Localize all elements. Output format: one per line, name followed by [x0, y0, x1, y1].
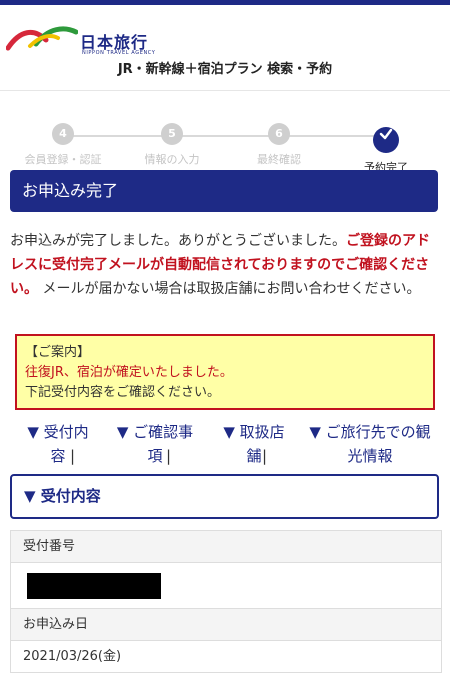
step-label: 情報の入力	[144, 153, 200, 166]
link-text: ▼ 受付内	[27, 423, 89, 441]
steps-connector	[63, 135, 387, 137]
link-text: ▼ ご旅行先での観	[309, 423, 431, 441]
step-final-confirm: 6 最終確認	[234, 123, 324, 167]
application-date-label: お申込み日	[11, 609, 441, 641]
link-text: 光情報	[347, 447, 393, 465]
step-label: 最終確認	[257, 153, 301, 166]
message-text: お申込みが完了しました。ありがとうございました。	[10, 233, 346, 249]
receipt-number-value	[11, 563, 441, 609]
receipt-number-label: 受付番号	[11, 531, 441, 563]
notice-title: 【ご案内】	[25, 345, 91, 360]
link-separator: |	[166, 447, 172, 465]
notice-confirmed-text: 往復JR、宿泊が確定いたしました。	[25, 365, 233, 380]
notice-check-text: 下記受付内容をご確認ください。	[25, 385, 221, 400]
link-separator: |	[70, 447, 76, 465]
redacted-receipt-number	[27, 572, 161, 599]
link-text: 項	[147, 447, 163, 465]
link-confirmation-items[interactable]: ▼ ご確認事 項	[110, 420, 200, 468]
link-tourism-info[interactable]: ▼ ご旅行先での観 光情報	[300, 420, 440, 468]
site-header: 日本旅行 NIPPON TRAVEL AGENCY JR・新幹線＋宿泊プラン 検…	[0, 5, 450, 83]
step-number: 6	[268, 123, 290, 145]
link-text: 舗	[246, 447, 262, 465]
anchor-links: ▼ 受付内 容 | ▼ ご確認事 項 | ▼ 取扱店 舗 | ▼ ご旅行先での観…	[10, 420, 442, 470]
header-divider	[0, 90, 450, 91]
step-member-registration: 4 会員登録・認証	[18, 123, 108, 167]
step-booking-complete: 予約完了	[341, 123, 431, 175]
step-info-input: 5 情報の入力	[127, 123, 217, 167]
link-store[interactable]: ▼ 取扱店 舗	[216, 420, 292, 468]
completion-message: お申込みが完了しました。ありがとうございました。ご登録のアドレスに受付完了メール…	[10, 229, 442, 301]
link-text: 容	[50, 447, 66, 465]
check-icon	[373, 127, 399, 153]
complete-title: お申込み完了	[10, 170, 438, 212]
notice-box: 【ご案内】 往復JR、宿泊が確定いたしました。 下記受付内容をご確認ください。	[15, 334, 435, 410]
receipt-table: 受付番号 お申込み日 2021/03/26(金)	[10, 530, 442, 673]
link-separator: |	[262, 447, 268, 465]
link-receipt-details[interactable]: ▼ 受付内 容	[16, 420, 100, 468]
step-number: 4	[52, 123, 74, 145]
link-text: ▼ ご確認事	[116, 423, 194, 441]
step-label: 会員登録・認証	[24, 153, 102, 166]
step-number: 5	[161, 123, 183, 145]
progress-steps: 4 会員登録・認証 5 情報の入力 6 最終確認 予約完了	[0, 118, 450, 174]
contact-store-text: メールが届かない場合は取扱店舗にお問い合わせください。	[42, 281, 421, 297]
logo-swoosh-icon[interactable]	[6, 22, 78, 54]
link-text: ▼ 取扱店	[223, 423, 285, 441]
logo-subtitle: NIPPON TRAVEL AGENCY	[82, 50, 156, 56]
section-receipt-details[interactable]: ▼ 受付内容	[10, 474, 439, 519]
application-date-value: 2021/03/26(金)	[11, 641, 441, 673]
page-title: JR・新幹線＋宿泊プラン 検索・予約	[117, 62, 333, 77]
